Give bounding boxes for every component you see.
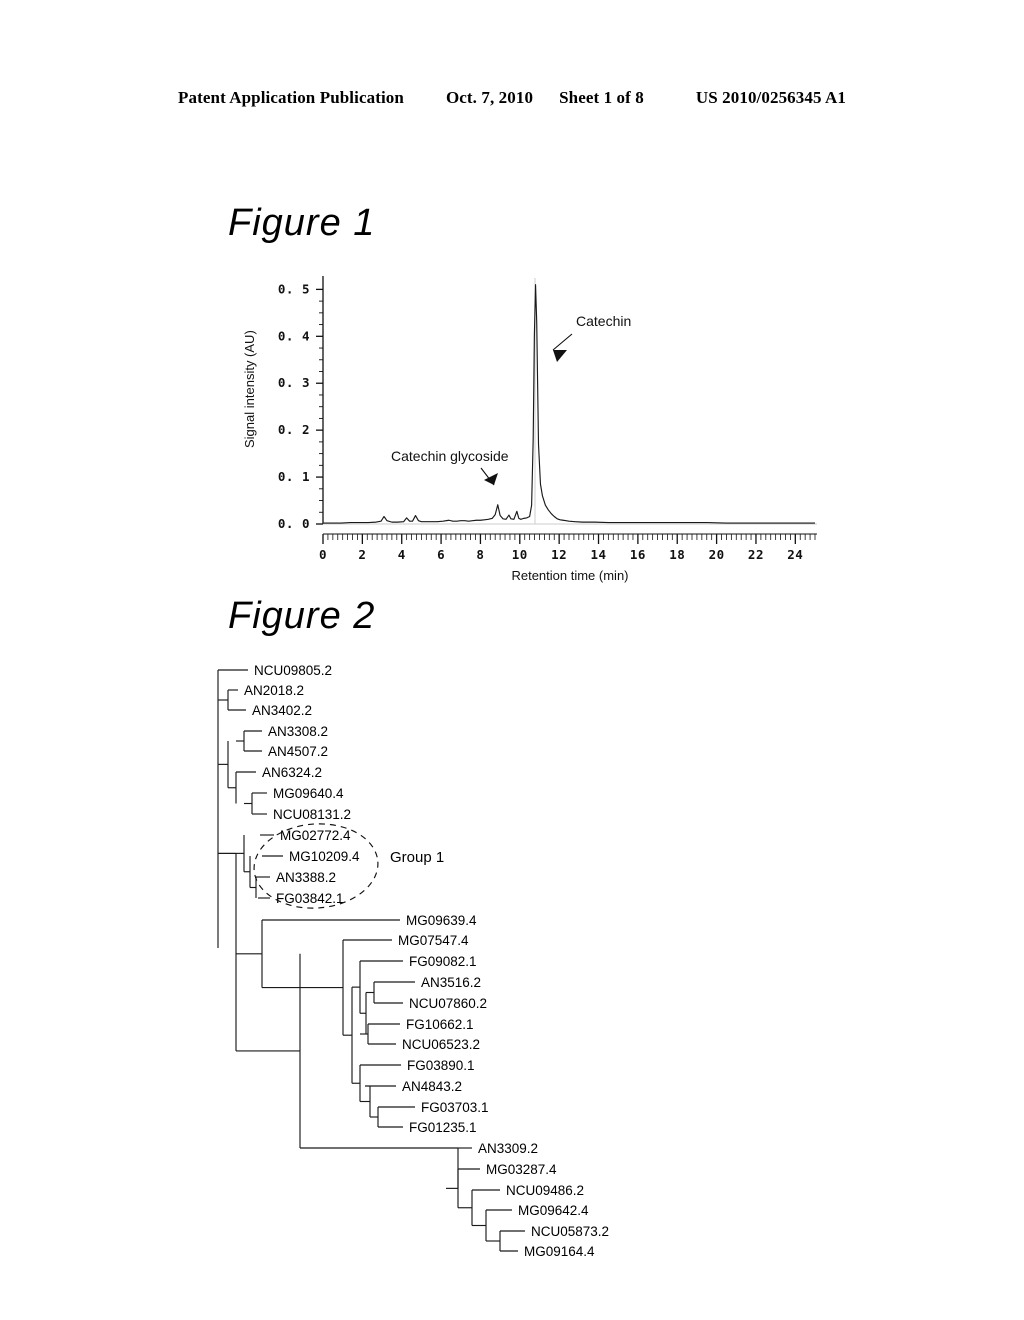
x-tick-label: 2 bbox=[358, 547, 366, 562]
arrowhead-icon bbox=[553, 350, 567, 362]
tree-leaf-label: AN3309.2 bbox=[478, 1141, 538, 1156]
x-axis-label: Retention time (min) bbox=[511, 568, 628, 583]
annotation-catechin-label: Catechin bbox=[576, 313, 631, 329]
tree-leaf-label: AN2018.2 bbox=[244, 683, 304, 698]
tree-leaf-label: NCU06523.2 bbox=[402, 1037, 480, 1052]
x-tick-label: 0 bbox=[319, 547, 327, 562]
tree-leaf-label: FG09082.1 bbox=[409, 954, 477, 969]
tree-leaf-label: NCU09805.2 bbox=[254, 663, 332, 678]
tree-leaf-label: FG01235.1 bbox=[409, 1120, 477, 1135]
tree-leaf-label: AN3388.2 bbox=[276, 870, 336, 885]
tree-branches bbox=[217, 669, 525, 1252]
x-tick-label: 6 bbox=[437, 547, 445, 562]
x-tick-label: 8 bbox=[476, 547, 484, 562]
figure-1-chromatogram: 0. 0 0. 1 0. 2 0. 3 0. 4 0. 5 0 2 4 6 8 10 12 14 16 18… bbox=[228, 258, 828, 588]
x-tick-label: 4 bbox=[398, 547, 406, 562]
header-patent-number: US 2010/0256345 A1 bbox=[695, 88, 846, 107]
figure-1-svg: 0. 00. 10. 20. 30. 40. 5 0 2 4 6 8 10 12 14 16 18… bbox=[242, 276, 817, 583]
tree-leaf-label: AN4507.2 bbox=[268, 744, 328, 759]
patent-page: Patent Application Publication Oct. 7, 2… bbox=[0, 0, 1024, 1320]
tree-leaf-label: NCU09486.2 bbox=[506, 1183, 584, 1198]
tree-leaf-label: FG03890.1 bbox=[407, 1058, 475, 1073]
figure-2-svg: NCU09805.2 AN2018.2 AN3402.2 AN3308.2 AN4507… bbox=[217, 663, 609, 1259]
y-axis-label: Signal intensity (AU) bbox=[242, 330, 257, 448]
tree-leaf-label: AN3402.2 bbox=[252, 703, 312, 718]
tree-leaf-label: FG03703.1 bbox=[421, 1100, 489, 1115]
x-tick-label: 16 bbox=[630, 547, 646, 562]
x-axis: 0 2 4 6 8 10 12 14 16 18 20 22 24 bbox=[319, 533, 817, 562]
x-tick-label: 24 bbox=[787, 547, 803, 562]
x-tick-label: 10 bbox=[512, 547, 528, 562]
tree-leaf-label: MG09639.4 bbox=[406, 913, 477, 928]
header-publication: Patent Application Publication bbox=[178, 88, 404, 107]
y-tick-label: 0. 3 bbox=[278, 375, 310, 390]
tree-leaf-label: AN4843.2 bbox=[402, 1079, 462, 1094]
figure-2-title: Figure 2 bbox=[228, 595, 376, 637]
y-tick-label: 0. 4 bbox=[278, 328, 310, 343]
x-tick-label: 22 bbox=[748, 547, 764, 562]
tree-leaf-label: MG10209.4 bbox=[289, 849, 360, 864]
tree-leaf-label: NCU08131.2 bbox=[273, 807, 351, 822]
annotation-catechin-glycoside-label: Catechin glycoside bbox=[391, 448, 509, 464]
y-axis: 0. 0 0. 1 0. 2 0. 3 0. 4 0. 5 bbox=[278, 276, 324, 531]
tree-leaf-label: AN3308.2 bbox=[268, 724, 328, 739]
page-header: Patent Application Publication Oct. 7, 2… bbox=[0, 88, 1024, 112]
tree-leaf-label: NCU07860.2 bbox=[409, 996, 487, 1011]
x-tick-label: 18 bbox=[669, 547, 685, 562]
tree-leaf-label: MG02772.4 bbox=[280, 828, 351, 843]
y-tick-label: 0. 5 bbox=[278, 281, 310, 296]
tree-leaf-labels: NCU09805.2 AN2018.2 AN3402.2 AN3308.2 AN4507… bbox=[244, 663, 609, 1259]
tree-leaf-label: MG07547.4 bbox=[398, 933, 469, 948]
y-tick-label: 0. 2 bbox=[278, 422, 310, 437]
annotation-catechin-glycoside: Catechin glycoside bbox=[391, 448, 509, 486]
figure-2-phylogenetic-tree: NCU09805.2 AN2018.2 AN3402.2 AN3308.2 AN4507… bbox=[200, 648, 840, 1259]
group-1-label: Group 1 bbox=[390, 849, 444, 866]
figure-1-title: Figure 1 bbox=[228, 202, 376, 244]
header-sheet: Sheet 1 of 8 bbox=[559, 88, 644, 107]
tree-leaf-label: AN3516.2 bbox=[421, 975, 481, 990]
y-tick-label: 0. 0 bbox=[278, 516, 310, 531]
x-tick-label: 12 bbox=[551, 547, 567, 562]
annotation-catechin: Catechin bbox=[552, 313, 631, 362]
tree-leaf-label: MG09164.4 bbox=[524, 1244, 595, 1259]
tree-leaf-label: NCU05873.2 bbox=[531, 1224, 609, 1239]
tree-leaf-label: AN6324.2 bbox=[262, 765, 322, 780]
chromatogram-trace bbox=[323, 284, 815, 524]
tree-leaf-label: MG03287.4 bbox=[486, 1162, 557, 1177]
tree-leaf-label: MG09642.4 bbox=[518, 1203, 589, 1218]
header-date: Oct. 7, 2010 bbox=[445, 88, 534, 107]
x-tick-label: 20 bbox=[709, 547, 725, 562]
tree-leaf-label: FG10662.1 bbox=[406, 1017, 474, 1032]
x-tick-label: 14 bbox=[590, 547, 606, 562]
y-tick-label: 0. 1 bbox=[278, 469, 310, 484]
tree-leaf-label: MG09640.4 bbox=[273, 786, 344, 801]
